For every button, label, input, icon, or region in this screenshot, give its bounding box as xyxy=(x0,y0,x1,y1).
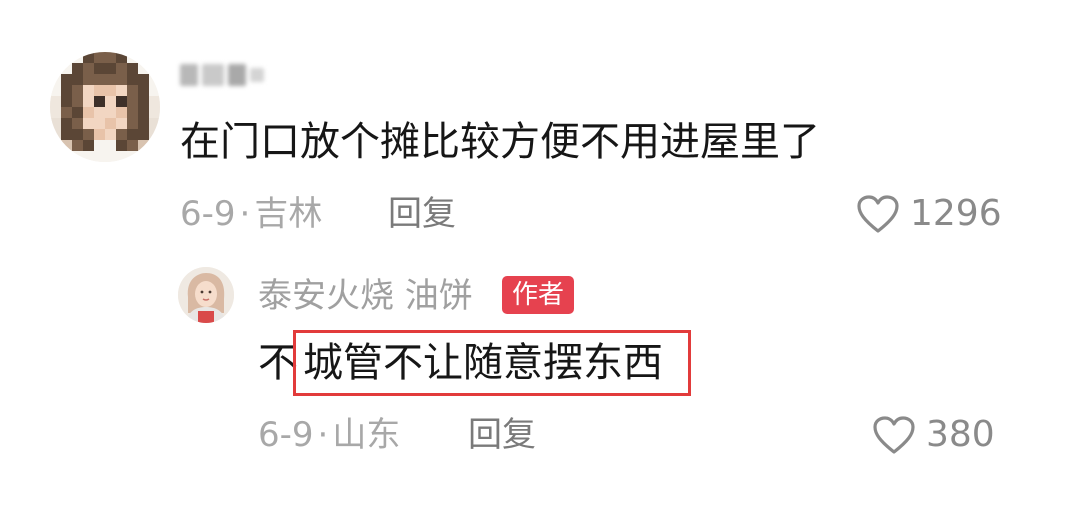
comment-date: 6-9 xyxy=(180,194,236,234)
like-button[interactable]: 380 xyxy=(872,415,995,455)
meta-separator: · xyxy=(239,194,251,234)
like-count: 1296 xyxy=(910,193,1002,234)
meta-separator: · xyxy=(317,415,329,455)
author-badge: 作者 xyxy=(502,276,575,314)
like-count: 380 xyxy=(926,414,995,455)
comment-location: 吉林 xyxy=(254,194,323,234)
username-blurred[interactable] xyxy=(180,58,266,92)
comment-text: 在门口放个摊比较方便不用进屋里了 xyxy=(180,119,820,165)
user-avatar[interactable] xyxy=(50,52,160,162)
reply-date: 6-9 xyxy=(258,415,314,455)
like-button[interactable]: 1296 xyxy=(856,194,1002,234)
author-avatar[interactable] xyxy=(178,267,234,323)
reply-location: 山东 xyxy=(332,415,401,455)
author-name[interactable]: 泰安火烧 油饼 xyxy=(258,276,473,316)
reply-meta: 6-9 · 山东 xyxy=(258,415,400,455)
reply-button[interactable]: 回复 xyxy=(468,415,536,455)
heart-icon xyxy=(856,194,900,234)
highlight-box xyxy=(293,330,691,396)
reply-button[interactable]: 回复 xyxy=(388,194,456,234)
reply-text-prefix: 不 xyxy=(258,340,298,386)
comment-thread: 在门口放个摊比较方便不用进屋里了 6-9 · 吉林 回复 1296 泰安火烧 油… xyxy=(0,0,1080,530)
comment-meta: 6-9 · 吉林 xyxy=(180,194,322,234)
heart-icon xyxy=(872,415,916,455)
